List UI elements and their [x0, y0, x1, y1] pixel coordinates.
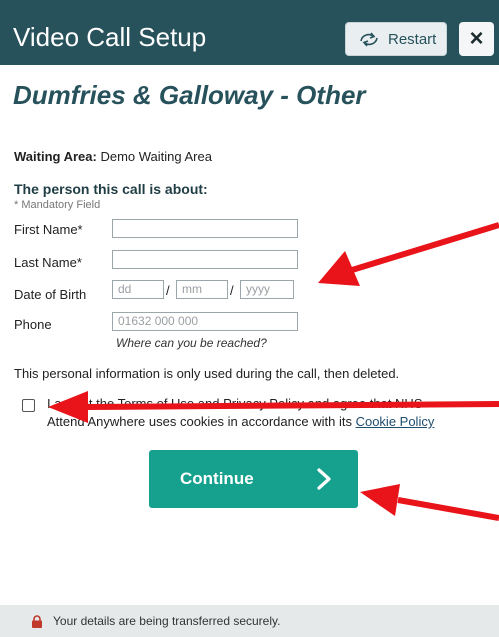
chevron-right-icon	[317, 468, 331, 490]
lock-icon	[32, 615, 42, 628]
phone-input[interactable]: 01632 000 000	[112, 312, 298, 331]
consent-text-line2: Attend Anywhere uses cookies in accordan…	[47, 414, 434, 430]
cookie-policy-link[interactable]: Cookie Policy	[356, 414, 435, 429]
dob-month-input[interactable]: mm	[176, 280, 228, 299]
close-button[interactable]: ×	[459, 22, 494, 56]
refresh-icon	[360, 32, 378, 47]
consent-text-prefix: Attend Anywhere uses cookies in accordan…	[47, 414, 352, 429]
dob-year-input[interactable]: yyyy	[240, 280, 294, 299]
phone-label: Phone	[14, 317, 52, 332]
consent-checkbox[interactable]	[22, 399, 35, 412]
first-name-input[interactable]	[112, 219, 298, 238]
dob-separator: /	[166, 283, 170, 298]
waiting-area-value: Demo Waiting Area	[100, 149, 212, 164]
close-icon: ×	[469, 25, 484, 52]
mandatory-note: * Mandatory Field	[14, 199, 101, 211]
annotation-arrow	[318, 222, 499, 286]
restart-label: Restart	[388, 31, 437, 48]
last-name-input[interactable]	[112, 250, 298, 269]
footer-text: Your details are being transferred secur…	[53, 614, 281, 628]
annotation-arrow	[360, 484, 499, 521]
waiting-area-label: Waiting Area:	[14, 149, 97, 164]
last-name-label: Last Name*	[14, 255, 82, 270]
dob-separator: /	[230, 283, 234, 298]
continue-button[interactable]: Continue	[149, 450, 358, 508]
dob-day-input[interactable]: dd	[112, 280, 164, 299]
clinic-title: Dumfries & Galloway - Other	[13, 80, 366, 110]
consent-text-line1: I accept the Terms of Use and Privacy Po…	[47, 396, 423, 411]
privacy-info: This personal information is only used d…	[14, 366, 400, 381]
section-heading: The person this call is about:	[14, 181, 208, 197]
restart-button[interactable]: Restart	[345, 22, 447, 56]
dob-label: Date of Birth	[14, 287, 87, 302]
phone-hint: Where can you be reached?	[116, 336, 267, 350]
window-title: Video Call Setup	[13, 22, 207, 52]
header-bar: Video Call Setup Restart ×	[0, 0, 499, 65]
waiting-area: Waiting Area: Demo Waiting Area	[14, 149, 212, 165]
first-name-label: First Name*	[14, 222, 83, 237]
continue-label: Continue	[180, 469, 254, 488]
footer-bar: Your details are being transferred secur…	[0, 605, 499, 637]
